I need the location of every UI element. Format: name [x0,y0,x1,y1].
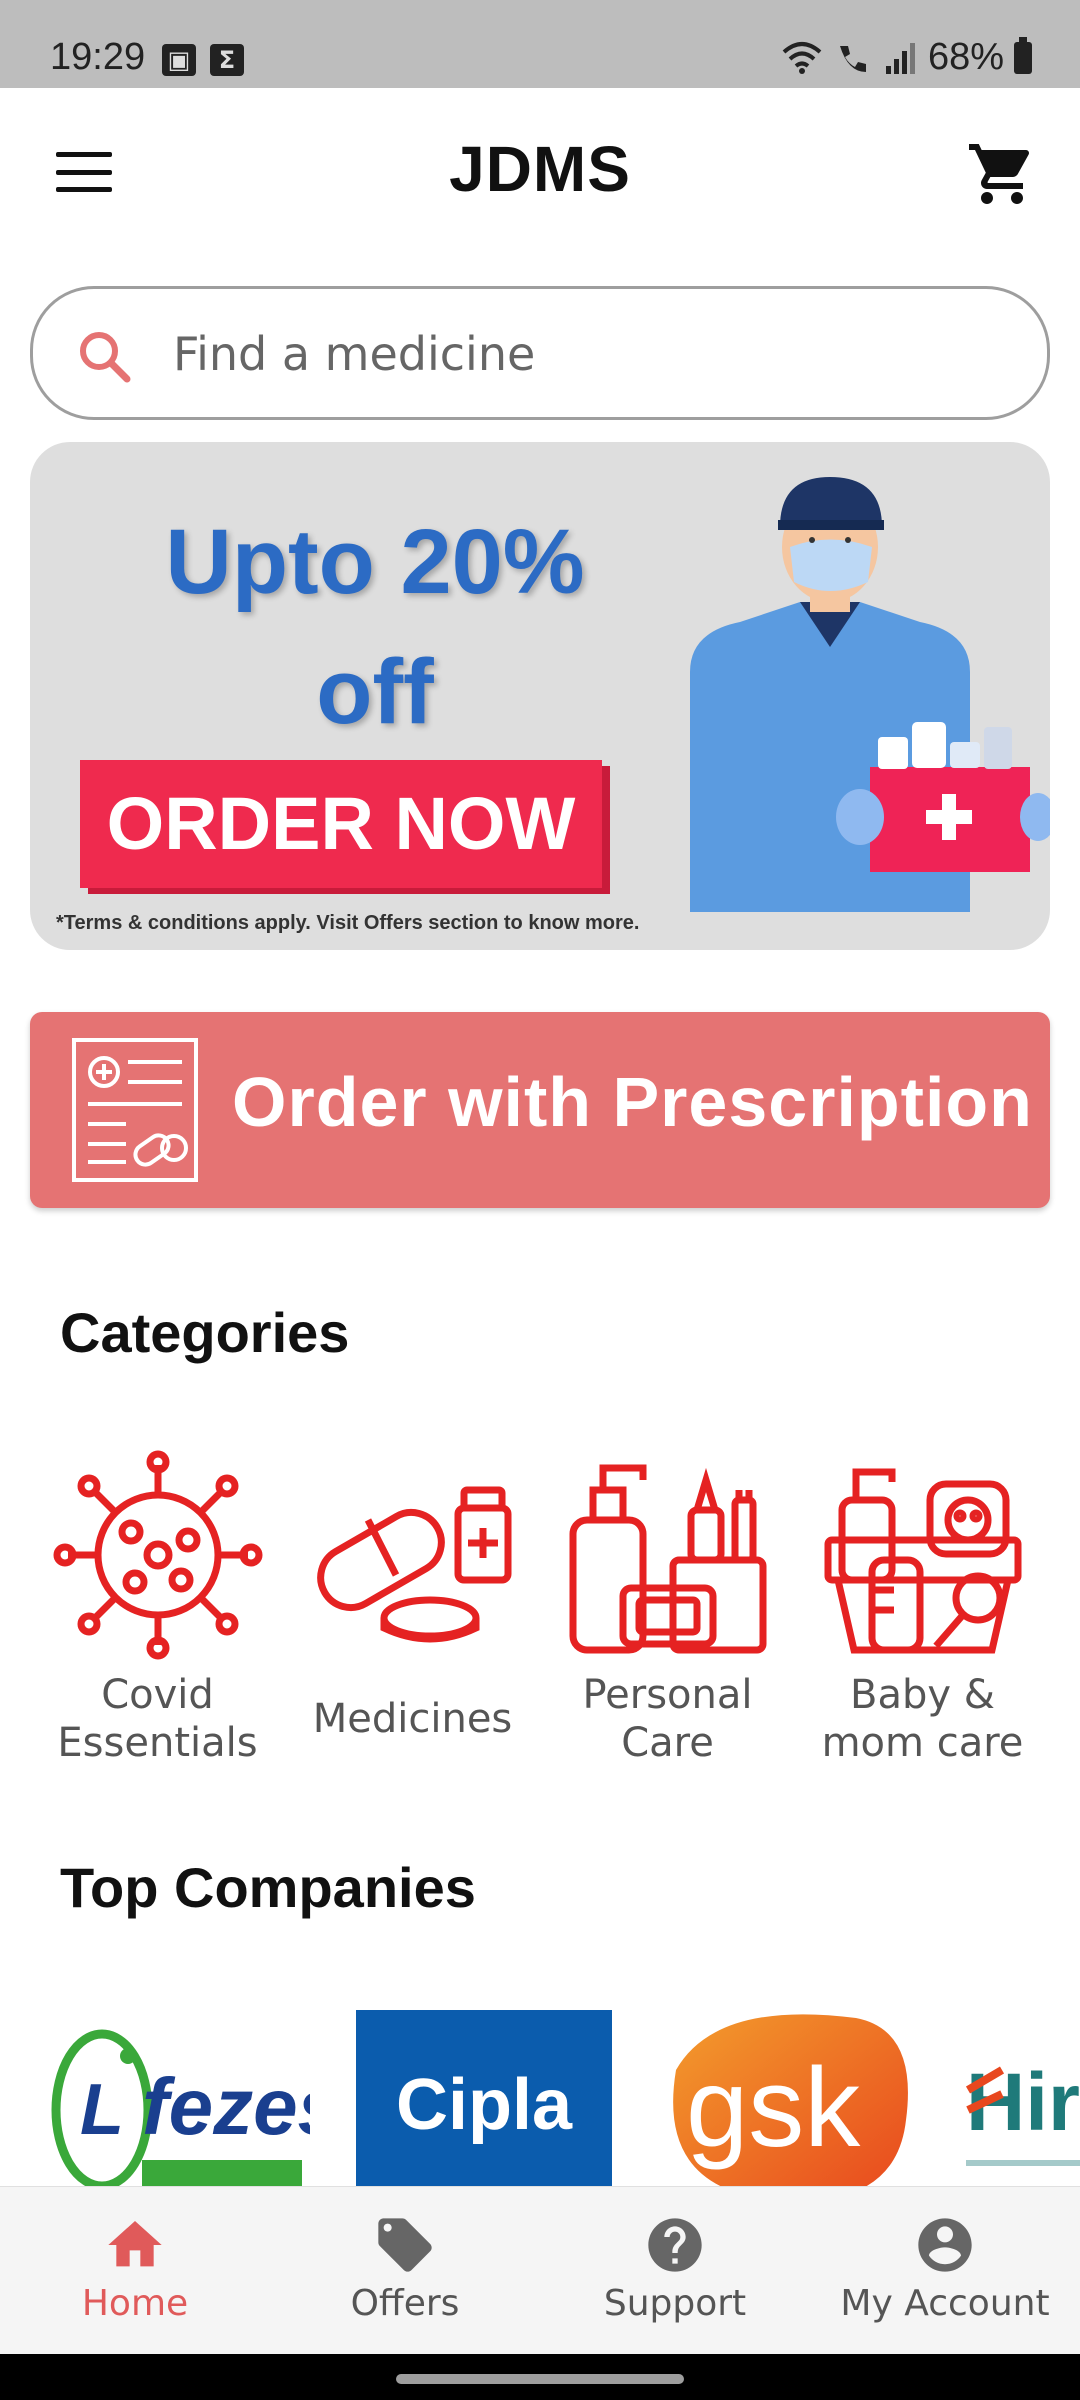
svg-text:L: L [80,2070,124,2150]
company-logo-cipla[interactable]: Cipla [356,2010,612,2186]
gsk-logo-text: gsk [686,2045,861,2170]
battery-percent: 68% [927,36,1004,78]
system-status: 68% [780,36,1032,79]
notification-icons: ▣ Σ [162,44,244,76]
app-title: JDMS [449,133,631,205]
nav-label: Home [81,2283,189,2324]
home-icon [108,2221,162,2267]
cart-icon[interactable] [966,138,1038,210]
nav-my-account[interactable]: My Account [810,2187,1080,2354]
order-now-button[interactable]: ORDER NOW [80,760,602,888]
banner-headline-line1: Upto 20% [165,511,585,613]
categories-title: Categories [60,1301,350,1364]
category-baby-mom-care[interactable]: Baby & mom care [795,1450,1050,1774]
company-logo-hir[interactable]: Hir [962,2010,1080,2186]
status-time: 19:29 [50,36,146,78]
personal-care-icon [569,1464,766,1654]
signal-icon [885,42,915,74]
battery-icon [1014,36,1032,74]
companies-carousel[interactable]: L fezest Cipla gsk Hir [0,2004,1080,2186]
app-bar: JDMS [0,88,1080,252]
tag-icon [378,2218,432,2272]
nav-label: Offers [350,2283,460,2324]
banner-headline: Upto 20% off [70,497,680,757]
category-label: Medicines [312,1696,513,1742]
search-icon [80,332,131,383]
prescription-icon [72,1038,198,1182]
company-logo-lifezest[interactable]: L fezest [50,2010,372,2186]
lifezest-logo: L fezest [51,2029,372,2186]
search-bar[interactable] [30,286,1050,420]
company-logo-gsk[interactable]: gsk [656,2010,918,2186]
category-covid-essentials[interactable]: Covid Essentials [30,1450,285,1774]
promo-banner[interactable]: Upto 20% off ORDER NOW *Terms & conditio… [30,442,1050,950]
nav-label: Support [603,2283,747,2324]
prescription-label: Order with Prescription [232,1063,1033,1141]
search-input[interactable] [173,319,993,389]
gallery-notification-icon: ▣ [162,44,196,76]
gsk-logo: gsk [673,2014,908,2186]
system-gesture-bar [0,2354,1080,2400]
nav-support[interactable]: Support [540,2187,810,2354]
nav-offers[interactable]: Offers [270,2187,540,2354]
wifi-call-icon [839,45,866,72]
help-icon [648,2218,702,2272]
order-with-prescription-button[interactable]: Order with Prescription [30,1012,1050,1208]
bottom-navigation: Home Offers Support My Account [0,2186,1080,2354]
wifi-icon [782,41,822,74]
nav-label: My Account [840,2283,1050,2324]
top-companies-title: Top Companies [60,1856,476,1919]
category-personal-care[interactable]: Personal Care [540,1450,795,1774]
hir-logo: Hir [965,2057,1080,2166]
banner-headline-line2: off [316,641,434,743]
category-medicines[interactable]: Medicines [285,1450,540,1774]
app-screen: 19:29 ▣ Σ 68% JDMS Find a medicine Upto … [0,0,1080,2400]
category-label: Covid Essentials [57,1672,258,1766]
virus-icon [53,1450,262,1660]
account-icon [918,2218,972,2272]
pills-icon [316,1486,511,1643]
baby-care-icon [824,1468,1021,1654]
category-label: Baby & mom care [821,1672,1024,1766]
nav-home[interactable]: Home [0,2187,270,2354]
category-label: Personal Care [582,1672,753,1766]
banner-terms: *Terms & conditions apply. Visit Offers … [56,912,640,934]
sigma-notification-icon: Σ [210,44,244,76]
lifezest-logo-text: fezest [142,2062,310,2151]
categories-list: Covid Essentials Medicines Personal Care… [30,1450,1050,1774]
status-bar: 19:29 ▣ Σ 68% [0,0,1080,88]
home-gesture-handle[interactable] [396,2374,684,2384]
delivery-person-illustration [690,477,1050,912]
